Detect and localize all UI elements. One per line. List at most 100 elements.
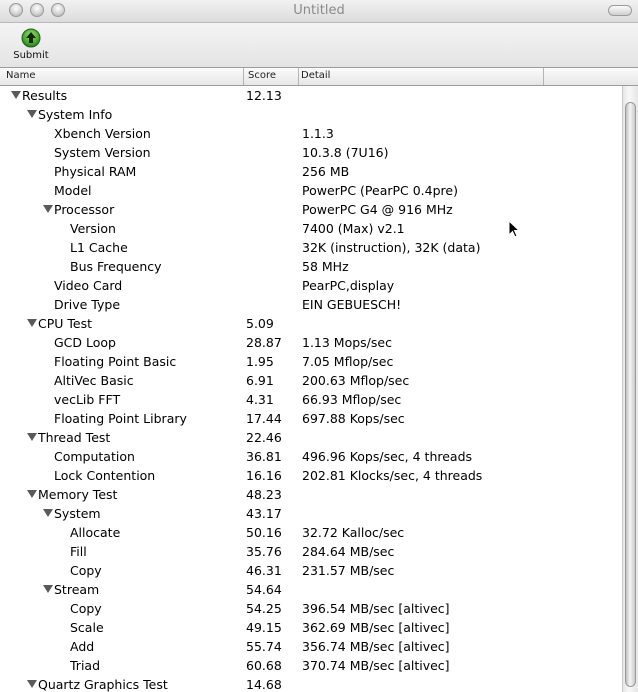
row-score: 49.15	[246, 620, 282, 635]
row-score: 54.64	[246, 582, 282, 597]
disclosure-triangle-icon[interactable]	[43, 509, 53, 517]
row-name: Video Card	[54, 278, 123, 293]
table-row[interactable]: Memory Test 48.23	[0, 485, 622, 504]
row-name: Copy	[70, 601, 102, 616]
row-score: 48.23	[246, 487, 282, 502]
row-name: System Info	[38, 107, 113, 122]
row-detail: 202.81 Klocks/sec, 4 threads	[302, 468, 483, 483]
table-row[interactable]: System Info	[0, 105, 622, 124]
table-row[interactable]: AltiVec Basic 6.91 200.63 Mflop/sec	[0, 371, 622, 390]
row-detail: 66.93 Mflop/sec	[302, 392, 402, 407]
table-row[interactable]: Add 55.74 356.74 MB/sec [altivec]	[0, 637, 622, 656]
row-name: Processor	[54, 202, 115, 217]
row-score: 50.16	[246, 525, 282, 540]
table-row[interactable]: vecLib FFT 4.31 66.93 Mflop/sec	[0, 390, 622, 409]
row-detail: 231.57 MB/sec	[302, 563, 395, 578]
toolbar: Submit	[0, 23, 638, 68]
table-row[interactable]: Fill 35.76 284.64 MB/sec	[0, 542, 622, 561]
row-detail: 362.69 MB/sec [altivec]	[302, 620, 450, 635]
table-row[interactable]: Xbench Version 1.1.3	[0, 124, 622, 143]
row-score: 55.74	[246, 639, 282, 654]
toolbar-toggle-button[interactable]	[608, 5, 632, 16]
table-row[interactable]: Version 7400 (Max) v2.1	[0, 219, 622, 238]
table-row[interactable]: Stream 54.64	[0, 580, 622, 599]
disclosure-triangle-icon[interactable]	[27, 680, 37, 688]
row-score: 28.87	[246, 335, 282, 350]
table-row[interactable]: L1 Cache 32K (instruction), 32K (data)	[0, 238, 622, 257]
row-detail: 496.96 Kops/sec, 4 threads	[302, 449, 473, 464]
table-row[interactable]: Results 12.13	[0, 86, 622, 105]
column-divider[interactable]	[298, 68, 299, 85]
table-row[interactable]: Triad 60.68 370.74 MB/sec [altivec]	[0, 656, 622, 675]
row-detail: PearPC,display	[302, 278, 395, 293]
column-header-name[interactable]: Name	[6, 70, 36, 81]
row-name: Floating Point Library	[54, 411, 187, 426]
table-row[interactable]: Computation 36.81 496.96 Kops/sec, 4 threa…	[0, 447, 622, 466]
disclosure-triangle-icon[interactable]	[27, 110, 37, 118]
table-row[interactable]: Thread Test 22.46	[0, 428, 622, 447]
row-score: 4.31	[246, 392, 274, 407]
disclosure-triangle-icon[interactable]	[11, 91, 21, 99]
table-row[interactable]: Copy 46.31 231.57 MB/sec	[0, 561, 622, 580]
row-score: 12.13	[246, 88, 282, 103]
row-name: Xbench Version	[54, 126, 151, 141]
disclosure-triangle-icon[interactable]	[43, 585, 53, 593]
row-score: 17.44	[246, 411, 282, 426]
row-name: Quartz Graphics Test	[38, 677, 168, 692]
disclosure-triangle-icon[interactable]	[43, 205, 53, 213]
table-row[interactable]: Lock Contention 16.16 202.81 Klocks/sec, 4…	[0, 466, 622, 485]
row-score: 14.68	[246, 677, 282, 692]
submit-label: Submit	[13, 50, 49, 61]
row-name: Add	[70, 639, 95, 654]
row-score: 60.68	[246, 658, 282, 673]
table-row[interactable]: Floating Point Library 17.44 697.88 Kops/s…	[0, 409, 622, 428]
table-row[interactable]: Floating Point Basic 1.95 7.05 Mflop/sec	[0, 352, 622, 371]
row-name: Bus Frequency	[70, 259, 162, 274]
row-name: Scale	[70, 620, 104, 635]
row-score: 46.31	[246, 563, 282, 578]
table-row[interactable]: Copy 54.25 396.54 MB/sec [altivec]	[0, 599, 622, 618]
table-row[interactable]: Quartz Graphics Test 14.68	[0, 675, 622, 692]
table-row[interactable]: CPU Test 5.09	[0, 314, 622, 333]
table-row[interactable]: Video Card PearPC,display	[0, 276, 622, 295]
results-outline: Results 12.13 System Info Xbench Version 1.1…	[0, 86, 622, 692]
scrollbar-thumb[interactable]	[625, 102, 636, 687]
row-name: Physical RAM	[54, 164, 137, 179]
row-name: Drive Type	[54, 297, 121, 312]
table-row[interactable]: Drive Type EIN GEBUESCH!	[0, 295, 622, 314]
disclosure-triangle-icon[interactable]	[27, 433, 37, 441]
column-divider[interactable]	[543, 68, 544, 85]
row-score: 6.91	[246, 373, 274, 388]
row-name: System Version	[54, 145, 151, 160]
table-row[interactable]: Scale 49.15 362.69 MB/sec [altivec]	[0, 618, 622, 637]
row-name: L1 Cache	[70, 240, 128, 255]
column-header-score[interactable]: Score	[248, 70, 276, 81]
row-name: vecLib FFT	[54, 392, 121, 407]
disclosure-triangle-icon[interactable]	[27, 319, 37, 327]
table-row[interactable]: Allocate 50.16 32.72 Kalloc/sec	[0, 523, 622, 542]
vertical-scrollbar[interactable]	[622, 86, 638, 692]
table-row[interactable]: System 43.17	[0, 504, 622, 523]
table-row[interactable]: GCD Loop 28.87 1.13 Mops/sec	[0, 333, 622, 352]
table-row[interactable]: Physical RAM 256 MB	[0, 162, 622, 181]
row-detail: 10.3.8 (7U16)	[302, 145, 389, 160]
row-name: Floating Point Basic	[54, 354, 177, 369]
row-score: 5.09	[246, 316, 274, 331]
table-row[interactable]: Model PowerPC (PearPC 0.4pre)	[0, 181, 622, 200]
row-detail: 32.72 Kalloc/sec	[302, 525, 405, 540]
table-row[interactable]: Bus Frequency 58 MHz	[0, 257, 622, 276]
row-detail: PowerPC (PearPC 0.4pre)	[302, 183, 458, 198]
row-score: 1.95	[246, 354, 274, 369]
disclosure-triangle-icon[interactable]	[27, 490, 37, 498]
row-score: 54.25	[246, 601, 282, 616]
table-row[interactable]: System Version 10.3.8 (7U16)	[0, 143, 622, 162]
column-divider[interactable]	[243, 68, 244, 85]
table-row[interactable]: Processor PowerPC G4 @ 916 MHz	[0, 200, 622, 219]
row-detail: 370.74 MB/sec [altivec]	[302, 658, 450, 673]
row-name: Results	[22, 88, 68, 103]
row-detail: EIN GEBUESCH!	[302, 297, 402, 312]
row-name: CPU Test	[38, 316, 93, 331]
column-header-detail[interactable]: Detail	[301, 70, 330, 81]
submit-button[interactable]: Submit	[10, 28, 52, 66]
title-bar[interactable]: Untitled	[0, 0, 638, 23]
